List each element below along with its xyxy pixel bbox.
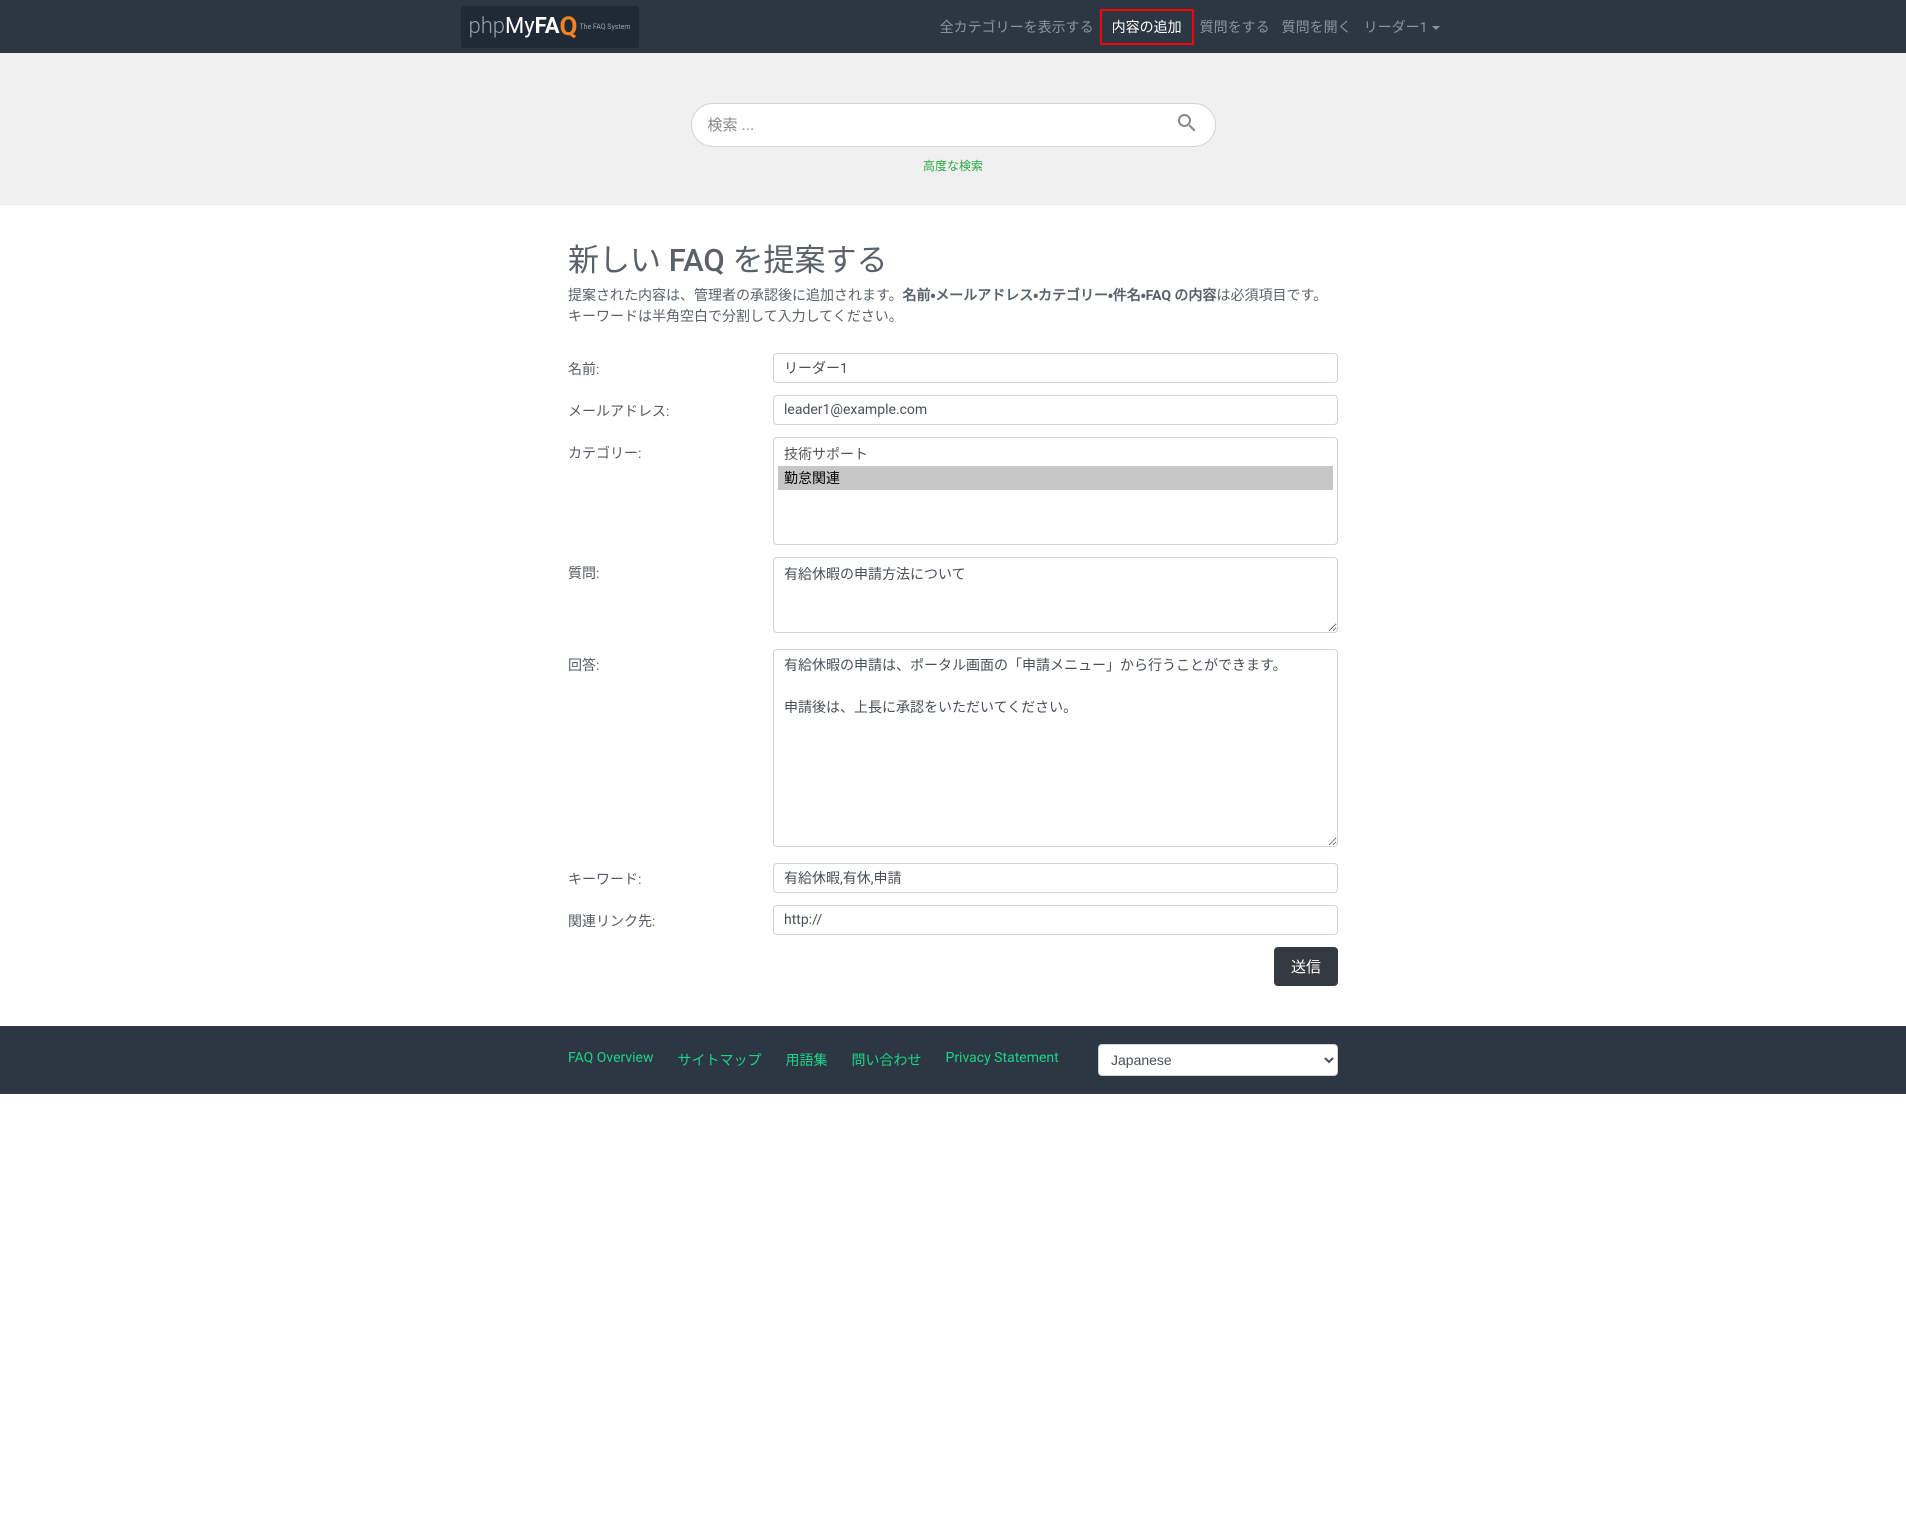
label-keywords: キーワード: [568,863,773,889]
email-input[interactable] [773,395,1338,425]
language-select[interactable]: Japanese [1098,1044,1338,1076]
page-description: 提案された内容は、管理者の承認後に追加されます。名前・メールアドレス・カテゴリー… [568,286,1338,328]
row-email: メールアドレス: [568,395,1338,425]
main-nav: 全カテゴリーを表示する 内容の追加 質問をする 質問を開く リーダー1 [934,9,1446,45]
footer-faq-overview[interactable]: FAQ Overview [568,1050,653,1070]
nav-open-questions[interactable]: 質問を開く [1276,9,1358,45]
label-email: メールアドレス: [568,395,773,421]
top-navbar: phpMyFAQ The FAQ System 全カテゴリーを表示する 内容の追… [0,0,1906,53]
submit-button[interactable]: 送信 [1274,947,1338,986]
nav-all-categories[interactable]: 全カテゴリーを表示する [934,9,1100,45]
category-option[interactable]: 勤怠関連 [778,466,1333,490]
main-content: 新しい FAQ を提案する 提案された内容は、管理者の承認後に追加されます。名前… [553,205,1353,1026]
advanced-search-link[interactable]: 高度な検索 [923,159,983,173]
label-answer: 回答: [568,649,773,675]
link-input[interactable] [773,905,1338,935]
page-title: 新しい FAQ を提案する [568,235,1338,280]
logo-php: php [469,14,506,39]
category-option[interactable]: 技術サポート [778,442,1333,466]
row-answer: 回答: [568,649,1338,851]
category-select[interactable]: 技術サポート勤怠関連 [773,437,1338,545]
keywords-input[interactable] [773,863,1338,893]
footer-privacy[interactable]: Privacy Statement [945,1050,1058,1070]
label-link: 関連リンク先: [568,905,773,931]
logo-my: My [505,14,535,39]
footer-sitemap[interactable]: サイトマップ [677,1050,761,1070]
nav-user-menu[interactable]: リーダー1 [1358,9,1446,45]
logo-subtitle: The FAQ System [579,23,630,31]
row-category: カテゴリー: 技術サポート勤怠関連 [568,437,1338,545]
label-name: 名前: [568,353,773,379]
footer: FAQ Overview サイトマップ 用語集 問い合わせ Privacy St… [0,1026,1906,1094]
label-category: カテゴリー: [568,437,773,463]
search-pill [691,103,1216,147]
name-input[interactable] [773,353,1338,383]
label-question: 質問: [568,557,773,583]
question-textarea[interactable] [773,557,1338,633]
footer-links: FAQ Overview サイトマップ 用語集 問い合わせ Privacy St… [568,1050,1059,1070]
nav-ask-question[interactable]: 質問をする [1194,9,1276,45]
search-icon[interactable] [1175,111,1199,139]
nav-add-content[interactable]: 内容の追加 [1100,9,1194,45]
footer-glossary[interactable]: 用語集 [785,1050,827,1070]
logo[interactable]: phpMyFAQ The FAQ System [461,6,639,48]
answer-textarea[interactable] [773,649,1338,847]
row-link: 関連リンク先: [568,905,1338,935]
row-keywords: キーワード: [568,863,1338,893]
logo-fa: FA [535,14,560,39]
logo-q: Q [560,12,578,42]
row-question: 質問: [568,557,1338,637]
row-name: 名前: [568,353,1338,383]
footer-contact[interactable]: 問い合わせ [851,1050,921,1070]
search-input[interactable] [708,117,1175,134]
search-section: 高度な検索 [0,53,1906,205]
